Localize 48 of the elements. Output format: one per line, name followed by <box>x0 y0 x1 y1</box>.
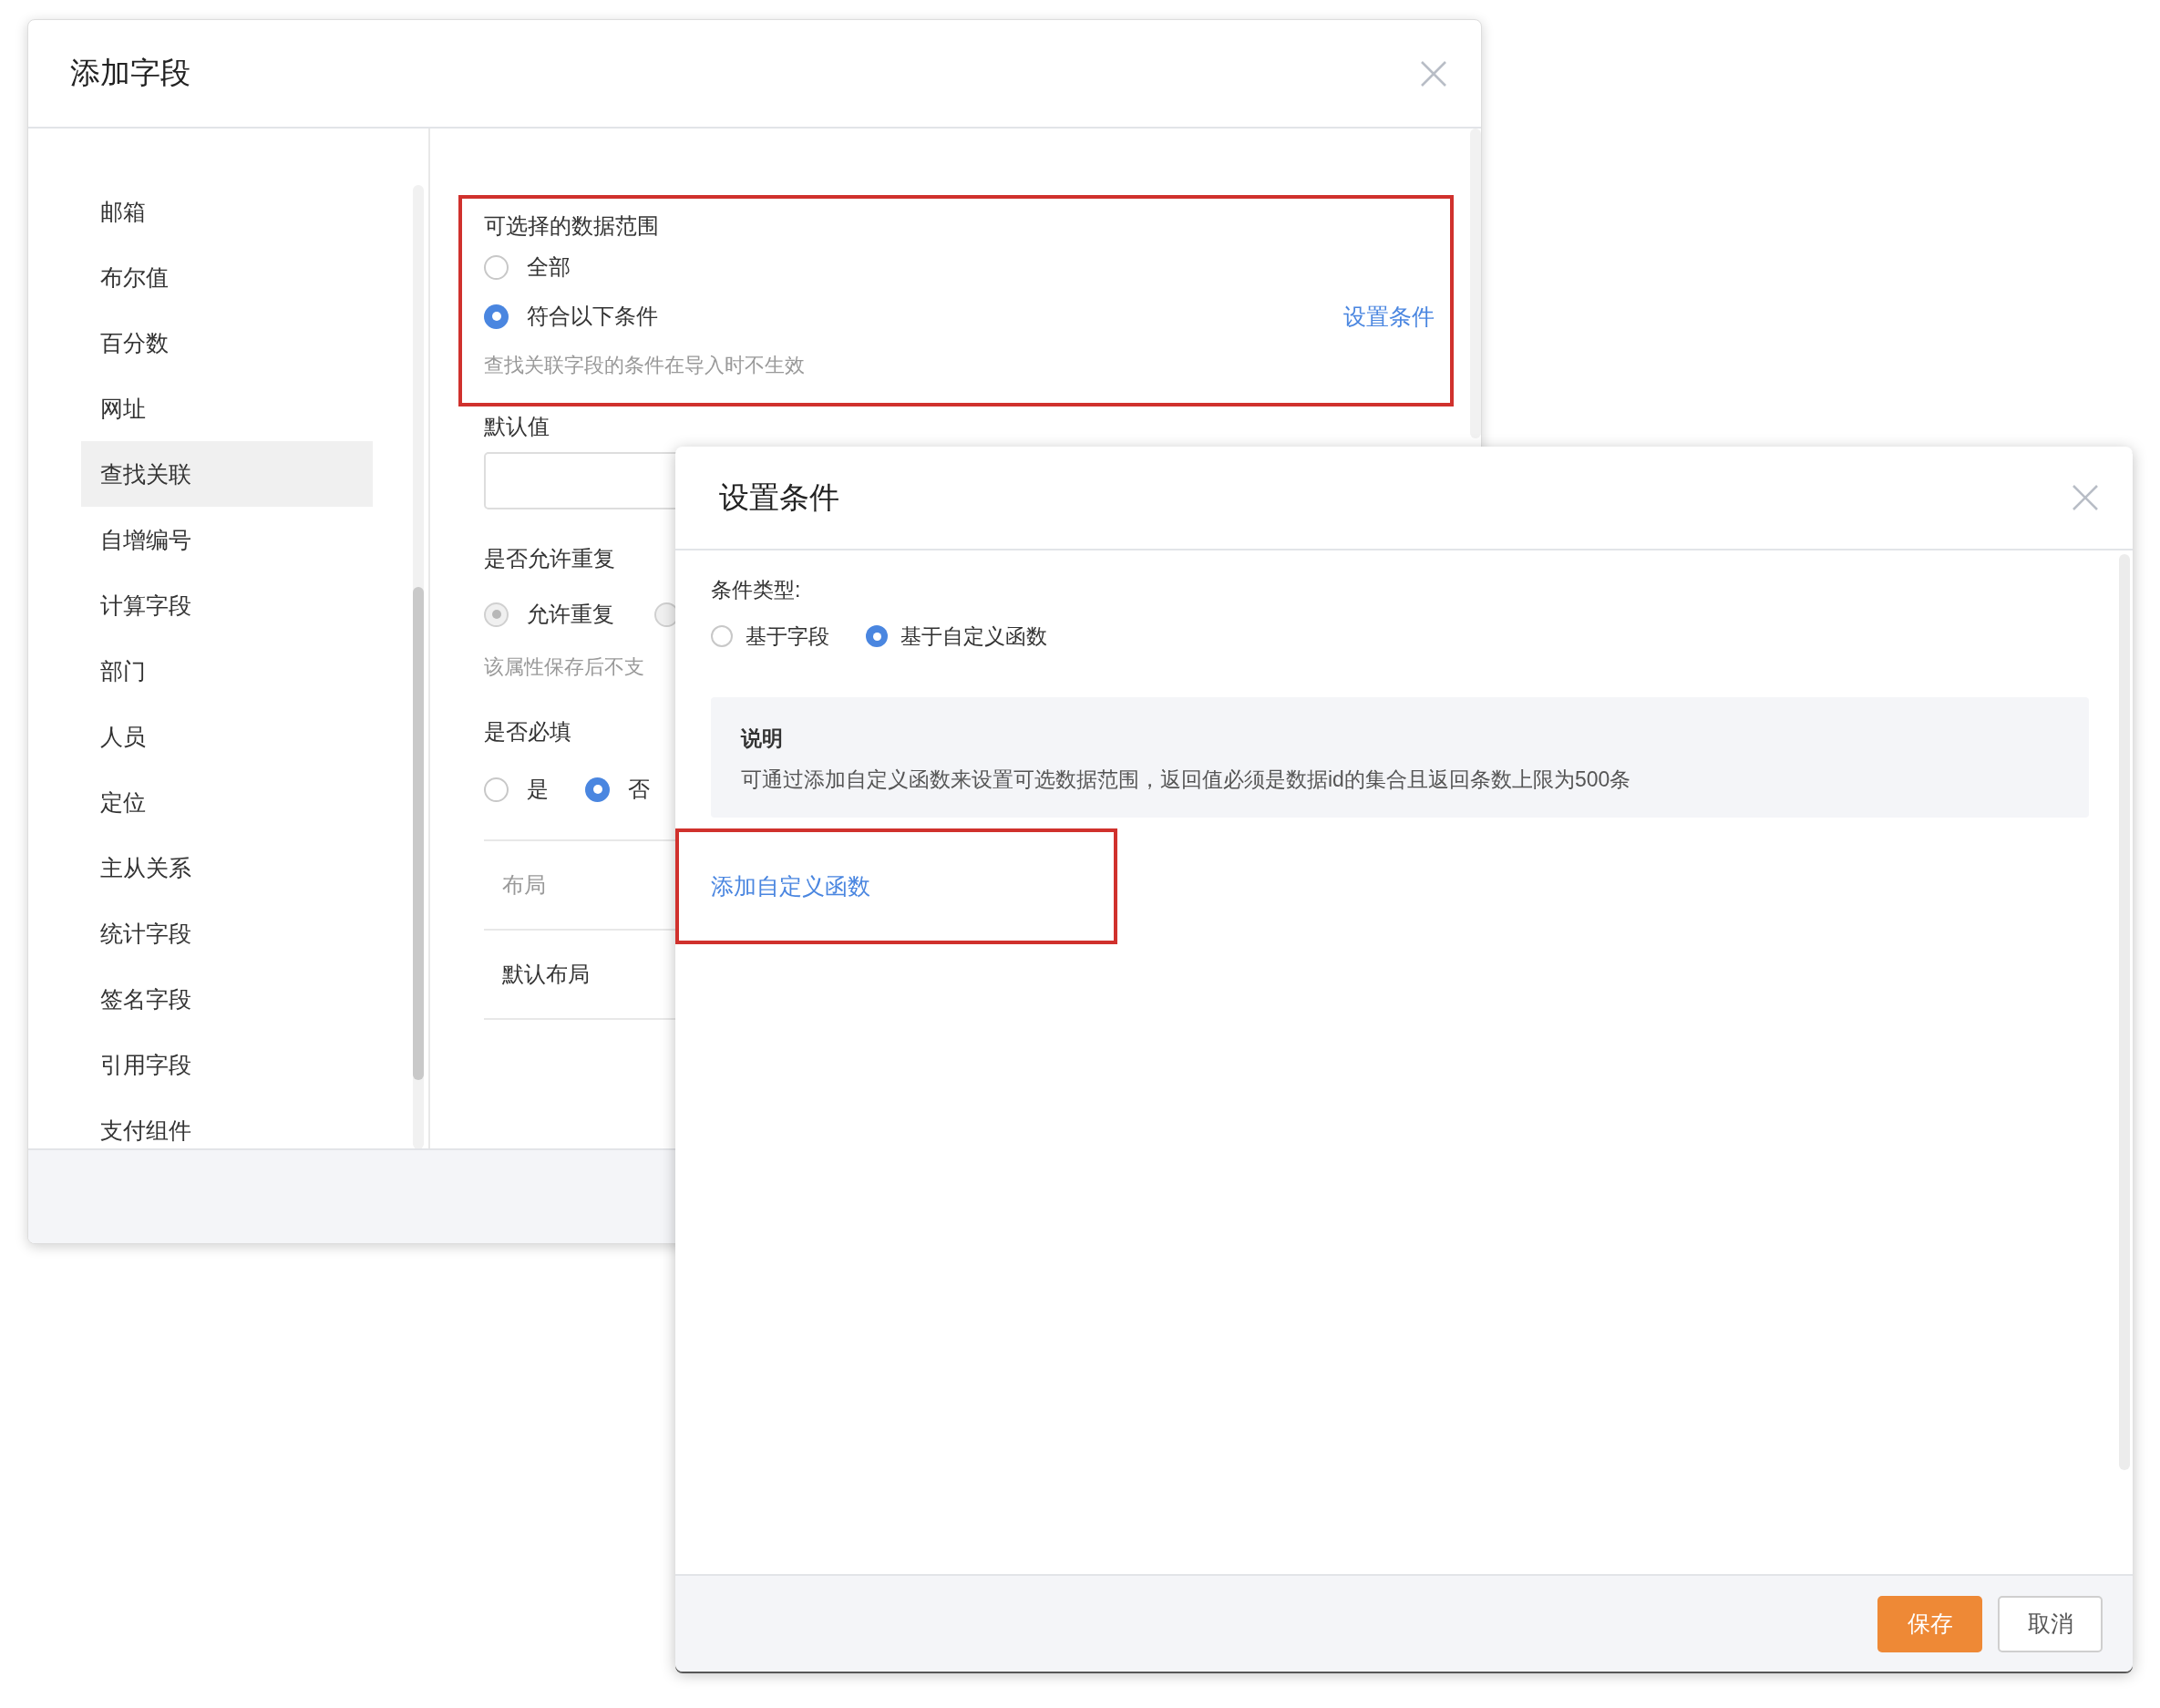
field-label: 是否允许重复 <box>484 545 615 572</box>
section-label: 可选择的数据范围 <box>484 212 659 240</box>
field-type-item[interactable]: 百分数 <box>81 310 373 376</box>
field-type-item[interactable]: 自增编号 <box>81 507 373 572</box>
field-type-item[interactable]: 布尔值 <box>81 244 373 310</box>
field-type-item[interactable]: 主从关系 <box>81 835 373 900</box>
dialog-title: 添加字段 <box>70 55 190 91</box>
table-cell-text: 默认布局 <box>502 961 590 988</box>
radio-button[interactable] <box>484 777 509 802</box>
scrollbar[interactable] <box>413 185 424 1148</box>
close-icon[interactable] <box>1420 59 1447 87</box>
field-type-item[interactable]: 引用字段 <box>81 1032 373 1097</box>
cancel-button[interactable]: 取消 <box>1998 1595 2103 1652</box>
field-type-item[interactable]: 查找关联 <box>81 441 373 507</box>
scrollbar[interactable] <box>1470 129 1481 438</box>
radio-label: 基于自定义函数 <box>900 622 1047 650</box>
field-type-item[interactable]: 邮箱 <box>81 179 373 244</box>
column-header: 布局 <box>502 871 546 899</box>
field-type-item[interactable]: 部门 <box>81 638 373 704</box>
radio-button[interactable] <box>866 625 888 647</box>
field-type-item[interactable]: 人员 <box>81 704 373 769</box>
radio-label: 全部 <box>527 253 571 281</box>
info-title: 说明 <box>741 725 784 752</box>
hint-text: 查找关联字段的条件在导入时不生效 <box>484 353 806 378</box>
close-icon[interactable] <box>2072 484 2099 511</box>
field-label: 默认值 <box>484 413 550 440</box>
radio-label: 是 <box>527 776 549 803</box>
field-type-item[interactable]: 签名字段 <box>81 966 373 1032</box>
radio-label: 否 <box>628 776 650 803</box>
radio-button[interactable] <box>585 777 610 802</box>
field-type-item[interactable]: 网址 <box>81 376 373 441</box>
radio-label: 基于字段 <box>746 622 829 650</box>
hint-text: 该属性保存后不支 <box>484 654 645 680</box>
field-type-item[interactable]: 计算字段 <box>81 572 373 638</box>
radio-button[interactable] <box>711 625 733 647</box>
field-label: 条件类型: <box>711 576 801 603</box>
add-function-link[interactable]: 添加自定义函数 <box>711 871 870 901</box>
field-type-item[interactable]: 定位 <box>81 769 373 835</box>
field-type-item[interactable]: 统计字段 <box>81 900 373 966</box>
radio-label: 符合以下条件 <box>527 303 658 330</box>
info-text: 可通过添加自定义函数来设置可选数据范围，返回值必须是数据id的集合且返回条数上限为500条 <box>741 767 1632 793</box>
dialog-title: 设置条件 <box>719 478 839 516</box>
radio-label: 允许重复 <box>527 601 614 628</box>
radio-button[interactable] <box>484 254 509 280</box>
field-label: 是否必填 <box>484 718 571 746</box>
radio-button[interactable] <box>484 304 509 329</box>
set-condition-link[interactable]: 设置条件 <box>1343 301 1435 332</box>
field-type-item[interactable]: 支付组件 <box>81 1097 373 1148</box>
